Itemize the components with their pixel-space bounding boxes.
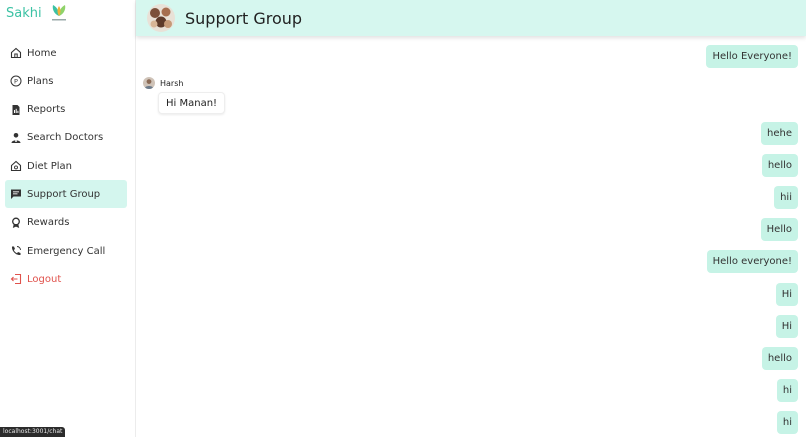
- brand-name: Sakhi: [6, 5, 42, 21]
- message-bubble-outgoing: Hello Everyone!: [706, 45, 798, 68]
- diet-icon: [10, 160, 22, 172]
- doctor-icon: [10, 132, 22, 144]
- sidebar-item-label: Support Group: [27, 188, 101, 200]
- message-bubble-outgoing: Hello: [760, 218, 798, 241]
- browser-status-url: localhost:3001/chat: [0, 427, 66, 437]
- sidebar-item-label: Diet Plan: [27, 160, 73, 172]
- sidebar-item-label: Reports: [27, 104, 66, 116]
- sidebar-item-label: Logout: [27, 273, 62, 285]
- chat-header: Support Group: [136, 0, 806, 36]
- message-bubble-outgoing: Hello everyone!: [706, 250, 798, 273]
- message-bubble-outgoing: hello: [761, 154, 798, 177]
- message-bubble-outgoing: Hi: [775, 283, 798, 306]
- message-bubble-outgoing: hehe: [761, 122, 798, 145]
- message-bubble-outgoing: Hi: [775, 315, 798, 338]
- message-bubble-outgoing: hello: [761, 347, 798, 370]
- message-sender: Harsh: [143, 77, 183, 89]
- award-icon: [10, 217, 22, 229]
- message-bubble-incoming: Hi Manan!: [158, 92, 226, 114]
- sidebar-item-diet-plan[interactable]: Diet Plan: [5, 152, 127, 180]
- brand-logo-icon: [48, 4, 70, 22]
- sidebar-item-home[interactable]: Home: [5, 39, 127, 67]
- sidebar-item-reports[interactable]: Reports: [5, 96, 127, 124]
- sidebar-item-label: Plans: [27, 75, 54, 87]
- sidebar-item-label: Rewards: [27, 217, 70, 229]
- page-title: Support Group: [185, 8, 303, 28]
- chat-messages[interactable]: Hello Everyone! Harsh Hi Manan! hehe hel…: [136, 37, 806, 437]
- sidebar-item-label: Emergency Call: [27, 245, 106, 257]
- sidebar-item-label: Search Doctors: [27, 132, 104, 144]
- message-bubble-outgoing: hi: [776, 379, 798, 402]
- sidebar-item-search-doctors[interactable]: Search Doctors: [5, 124, 127, 152]
- sidebar-item-support-group[interactable]: Support Group: [5, 180, 127, 209]
- home-icon: [10, 47, 22, 59]
- brand[interactable]: Sakhi: [6, 4, 70, 22]
- sidebar-nav: Home P Plans Reports Search Doctors Diet…: [5, 39, 127, 294]
- sidebar-item-rewards[interactable]: Rewards: [5, 209, 127, 237]
- sender-name: Harsh: [160, 78, 184, 88]
- group-avatar: [146, 3, 176, 33]
- svg-text:P: P: [14, 78, 18, 86]
- report-icon: [10, 104, 22, 116]
- sidebar-item-plans[interactable]: P Plans: [5, 67, 127, 95]
- sidebar: Sakhi Home P Plans Reports Search Doctor…: [0, 0, 136, 437]
- logout-icon: [10, 273, 22, 285]
- message-bubble-outgoing: hii: [774, 186, 798, 209]
- avatar: [143, 77, 155, 89]
- plans-icon: P: [10, 75, 22, 87]
- sidebar-item-label: Home: [27, 47, 57, 59]
- message-bubble-outgoing: hi: [776, 411, 798, 434]
- phone-icon: [10, 245, 22, 257]
- chat-icon: [10, 188, 22, 200]
- sidebar-item-emergency-call[interactable]: Emergency Call: [5, 237, 127, 265]
- sidebar-item-logout[interactable]: Logout: [5, 265, 127, 293]
